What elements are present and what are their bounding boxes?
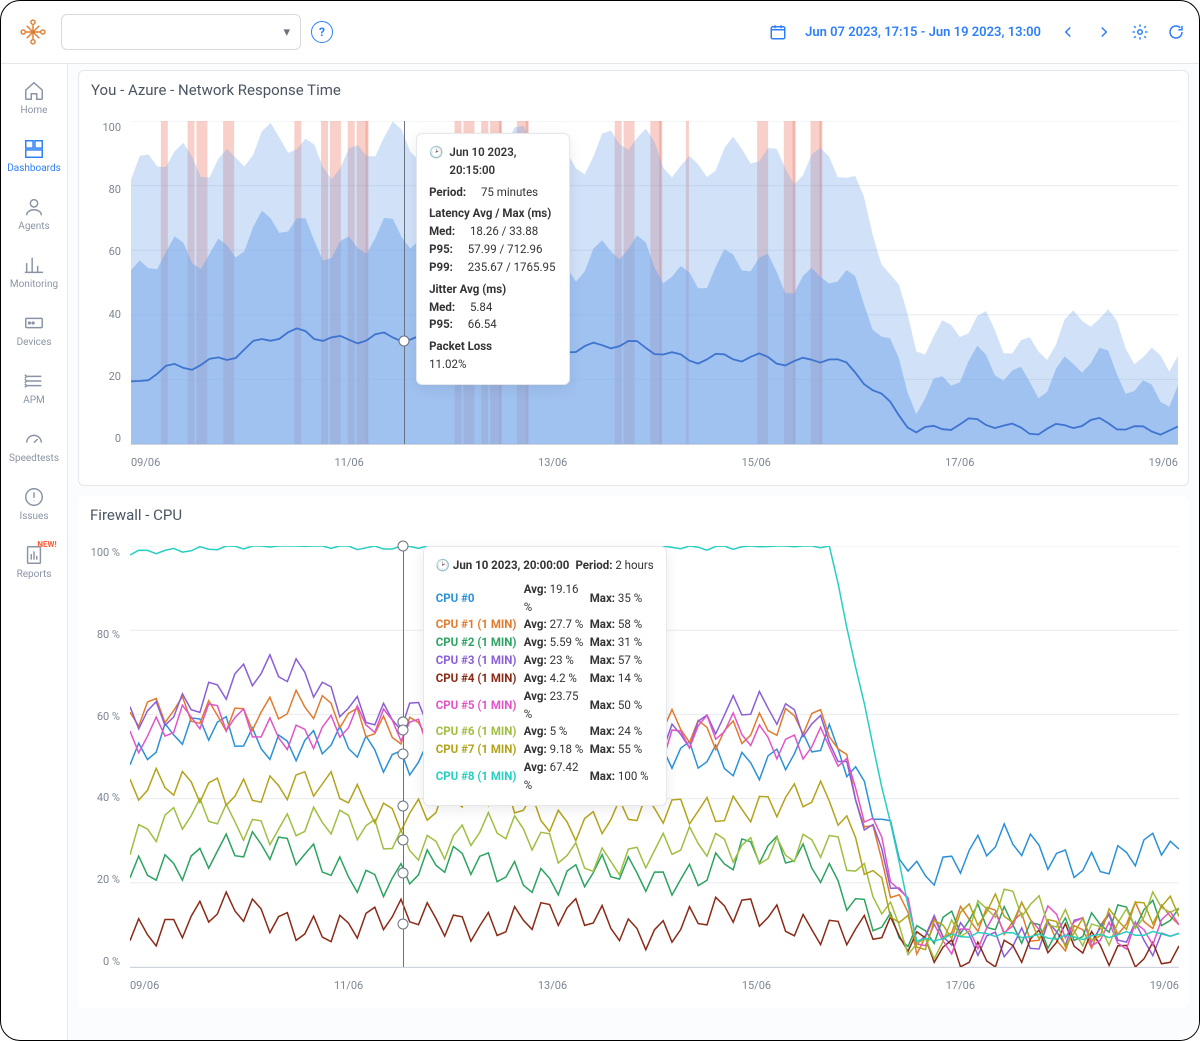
- cpu-chart[interactable]: 100 %80 %60 %40 %20 %0 % 09/0611/0613/06…: [78, 528, 1189, 1008]
- y-axis-labels: 100806040200: [79, 121, 127, 445]
- main-content: You - Azure - Network Response Time 1008…: [68, 64, 1199, 1041]
- cpu-tooltip: 🕑 Jun 10 2023, 20:00:00Period: 2 hours C…: [423, 546, 667, 806]
- app-logo: [15, 14, 51, 50]
- sidebar: Home Dashboards Agents Monitoring Device…: [1, 64, 68, 1041]
- y-axis-labels: 100 %80 %60 %40 %20 %0 %: [78, 546, 126, 968]
- tooltip-series-row: CPU #7 (1 MIN)Avg: 9.18 %Max: 55 %: [436, 741, 654, 759]
- new-badge: NEW!: [37, 540, 56, 549]
- sidebar-item-devices[interactable]: Devices: [1, 308, 67, 352]
- tooltip-series-row: CPU #6 (1 MIN)Avg: 5 %Max: 24 %: [436, 723, 654, 741]
- sidebar-item-agents[interactable]: Agents: [1, 192, 67, 236]
- help-icon[interactable]: ?: [311, 21, 333, 43]
- network-response-card: You - Azure - Network Response Time 1008…: [78, 70, 1189, 486]
- firewall-cpu-card: Firewall - CPU 100 %80 %60 %40 %20 %0 % …: [78, 496, 1189, 1008]
- sidebar-item-issues[interactable]: Issues: [1, 482, 67, 526]
- tooltip-series-row: CPU #5 (1 MIN)Avg: 23.75 %Max: 50 %: [436, 688, 654, 724]
- sidebar-item-reports[interactable]: NEW!Reports: [1, 540, 67, 584]
- tooltip-series-row: CPU #2 (1 MIN)Avg: 5.59 %Max: 31 %: [436, 634, 654, 652]
- card-title: Firewall - CPU: [78, 496, 1189, 528]
- card-title: You - Azure - Network Response Time: [79, 71, 1188, 103]
- network-chart[interactable]: 100806040200 09/0611/0613/0615/0617/0619…: [79, 103, 1188, 485]
- tooltip-series-row: CPU #1 (1 MIN)Avg: 27.7 %Max: 58 %: [436, 616, 654, 634]
- clock-icon: 🕑: [429, 144, 443, 162]
- calendar-icon[interactable]: [769, 23, 787, 41]
- clock-icon: 🕑: [436, 558, 450, 572]
- tooltip-series-row: CPU #4 (1 MIN)Avg: 4.2 %Max: 14 %: [436, 670, 654, 688]
- tooltip-series-row: CPU #0Avg: 19.16 %Max: 35 %: [436, 581, 654, 617]
- crosshair: [404, 121, 405, 444]
- tooltip-series-row: CPU #8 (1 MIN)Avg: 67.42 %Max: 100 %: [436, 759, 654, 795]
- topbar: ▾ ? Jun 07 2023, 17:15 - Jun 19 2023, 13…: [1, 1, 1199, 64]
- tooltip-series-row: CPU #3 (1 MIN)Avg: 23 %Max: 57 %: [436, 652, 654, 670]
- settings-icon[interactable]: [1131, 23, 1149, 41]
- refresh-icon[interactable]: [1167, 23, 1185, 41]
- x-axis-labels: 09/0611/0613/0615/0617/0619/06: [131, 456, 1178, 469]
- sidebar-item-home[interactable]: Home: [1, 76, 67, 120]
- sidebar-item-apm[interactable]: APM: [1, 366, 67, 410]
- sidebar-item-dashboards[interactable]: Dashboards: [1, 134, 67, 178]
- sidebar-item-monitoring[interactable]: Monitoring: [1, 250, 67, 294]
- next-range-button[interactable]: [1095, 23, 1113, 41]
- date-range[interactable]: Jun 07 2023, 17:15 - Jun 19 2023, 13:00: [805, 25, 1041, 40]
- network-tooltip: 🕑Jun 10 2023, 20:15:00 Period: 75 minute…: [416, 133, 570, 385]
- sidebar-item-speedtests[interactable]: Speedtests: [1, 424, 67, 468]
- chevron-down-icon: ▾: [283, 25, 290, 40]
- prev-range-button[interactable]: [1059, 23, 1077, 41]
- x-axis-labels: 09/0611/0613/0615/0617/0619/06: [130, 979, 1179, 992]
- dashboard-selector[interactable]: ▾: [61, 14, 301, 50]
